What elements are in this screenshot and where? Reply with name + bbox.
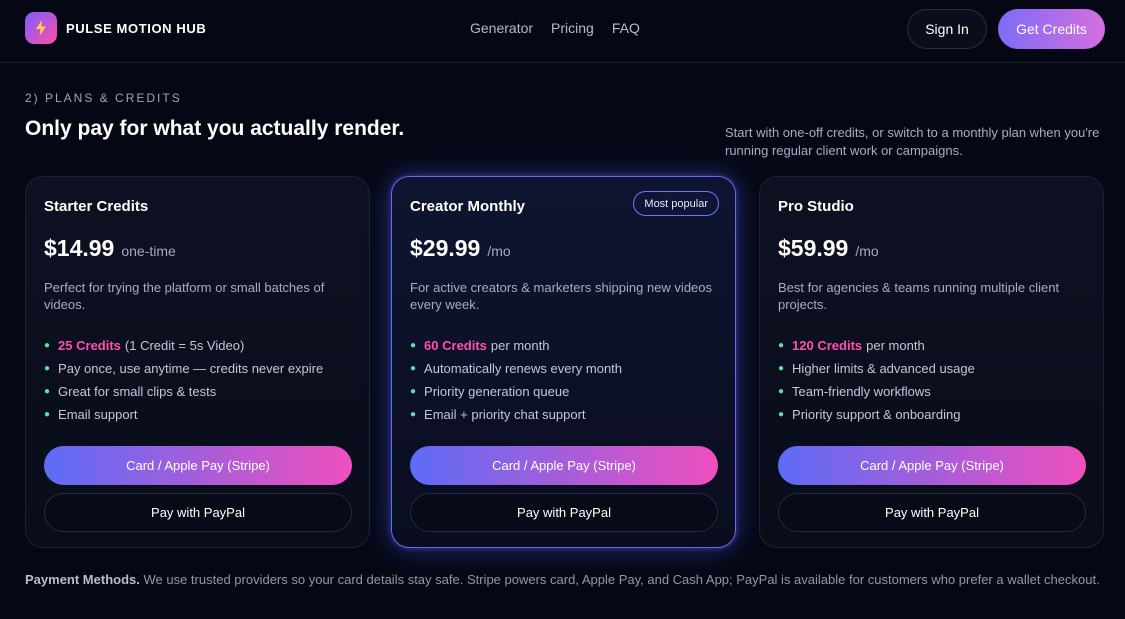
- plan-period: /mo: [487, 243, 511, 259]
- plan-card-starter: Starter Credits $14.99 one-time Perfect …: [25, 176, 370, 548]
- payment-methods-label: Payment Methods.: [25, 572, 140, 587]
- feature-item: ● 60 Credits per month: [410, 334, 622, 357]
- bullet-dot-icon: ●: [778, 409, 785, 420]
- plan-period: one-time: [121, 243, 176, 259]
- feature-list: ● 25 Credits (1 Credit = 5s Video) ● Pay on…: [44, 334, 323, 426]
- feature-item: ● Great for small clips & tests: [44, 380, 323, 403]
- feature-highlight: 25 Credits: [58, 338, 121, 353]
- plan-period: /mo: [855, 243, 879, 259]
- payment-methods-text: We use trusted providers so your card de…: [143, 572, 1100, 587]
- paypal-pay-button[interactable]: Pay with PayPal: [44, 493, 352, 532]
- lightning-bolt-icon[interactable]: [25, 12, 57, 44]
- feature-text: Team-friendly workflows: [792, 384, 931, 399]
- feature-item: ● 120 Credits per month: [778, 334, 975, 357]
- feature-text: per month: [490, 338, 550, 353]
- main-nav: Generator Pricing FAQ: [470, 20, 640, 36]
- feature-text: (1 Credit = 5s Video): [124, 338, 245, 353]
- feature-item: ● Higher limits & advanced usage: [778, 357, 975, 380]
- stripe-pay-button[interactable]: Card / Apple Pay (Stripe): [44, 446, 352, 485]
- paypal-pay-button[interactable]: Pay with PayPal: [410, 493, 718, 532]
- feature-item: ● 25 Credits (1 Credit = 5s Video): [44, 334, 323, 357]
- sign-in-button[interactable]: Sign In: [907, 9, 987, 49]
- plan-price: $29.99: [410, 235, 481, 261]
- price-row: $14.99 one-time: [44, 235, 176, 262]
- payment-methods-note: Payment Methods. We use trusted provider…: [25, 572, 1100, 587]
- feature-text: Pay once, use anytime — credits never ex…: [58, 361, 324, 376]
- feature-text: Email support: [58, 407, 138, 422]
- paypal-pay-button[interactable]: Pay with PayPal: [778, 493, 1086, 532]
- bullet-dot-icon: ●: [44, 386, 51, 397]
- plan-price: $14.99: [44, 235, 115, 261]
- stripe-pay-button[interactable]: Card / Apple Pay (Stripe): [778, 446, 1086, 485]
- plan-title: Creator Monthly: [410, 198, 526, 215]
- plan-title: Pro Studio: [778, 198, 854, 215]
- nav-faq[interactable]: FAQ: [612, 20, 640, 36]
- plan-description: Best for agencies & teams running multip…: [778, 280, 1060, 312]
- feature-text: per month: [866, 338, 925, 353]
- feature-item: ● Priority generation queue: [410, 380, 622, 403]
- plan-description: Perfect for trying the platform or small…: [44, 280, 325, 312]
- bullet-dot-icon: ●: [410, 409, 417, 420]
- bullet-dot-icon: ●: [410, 340, 417, 351]
- feature-text: Priority support & onboarding: [792, 407, 961, 422]
- feature-highlight: 60 Credits: [424, 338, 487, 353]
- bullet-dot-icon: ●: [778, 340, 785, 351]
- section-subhead: Start with one-off credits, or switch to…: [725, 125, 1100, 158]
- feature-text: Great for small clips & tests: [58, 384, 217, 399]
- plan-card-creator: Creator Monthly Most popular $29.99 /mo …: [391, 176, 736, 548]
- nav-pricing[interactable]: Pricing: [551, 20, 594, 36]
- feature-item: ● Automatically renews every month: [410, 357, 622, 380]
- feature-item: ● Email support: [44, 403, 323, 426]
- bullet-dot-icon: ●: [44, 409, 51, 420]
- feature-item: ● Team-friendly workflows: [778, 380, 975, 403]
- plan-price: $59.99: [778, 235, 849, 261]
- feature-list: ● 120 Credits per month ● Higher limits & a…: [778, 334, 975, 426]
- feature-list: ● 60 Credits per month ● Automatically rene…: [410, 334, 622, 426]
- plan-card-pro: Pro Studio $59.99 /mo Best for agencies …: [759, 176, 1104, 548]
- bullet-dot-icon: ●: [44, 340, 51, 351]
- section-eyebrow: 2) PLANS & CREDITS: [25, 91, 182, 105]
- feature-highlight: 120 Credits: [792, 338, 863, 353]
- bullet-dot-icon: ●: [410, 386, 417, 397]
- bullet-dot-icon: ●: [778, 363, 785, 374]
- feature-text: Higher limits & advanced usage: [792, 361, 975, 376]
- feature-item: ● Email + priority chat support: [410, 403, 622, 426]
- most-popular-badge: Most popular: [633, 191, 719, 216]
- feature-item: ● Pay once, use anytime — credits never e…: [44, 357, 323, 380]
- feature-text: Priority generation queue: [424, 384, 570, 399]
- feature-item: ● Priority support & onboarding: [778, 403, 975, 426]
- feature-text: Email + priority chat support: [424, 407, 586, 422]
- section-headline: Only pay for what you actually render.: [25, 117, 405, 140]
- feature-text: Automatically renews every month: [424, 361, 623, 376]
- bullet-dot-icon: ●: [778, 386, 785, 397]
- get-credits-button[interactable]: Get Credits: [998, 9, 1105, 49]
- bullet-dot-icon: ●: [410, 363, 417, 374]
- plan-description: For active creators & marketers shipping…: [410, 280, 713, 312]
- bullet-dot-icon: ●: [44, 363, 51, 374]
- nav-generator[interactable]: Generator: [470, 20, 533, 36]
- price-row: $29.99 /mo: [410, 235, 511, 262]
- price-row: $59.99 /mo: [778, 235, 879, 262]
- top-nav-bar: PULSE MOTION HUB Generator Pricing FAQ S…: [0, 0, 1125, 63]
- plan-title: Starter Credits: [44, 198, 149, 215]
- stripe-pay-button[interactable]: Card / Apple Pay (Stripe): [410, 446, 718, 485]
- brand-name[interactable]: PULSE MOTION HUB: [66, 21, 206, 36]
